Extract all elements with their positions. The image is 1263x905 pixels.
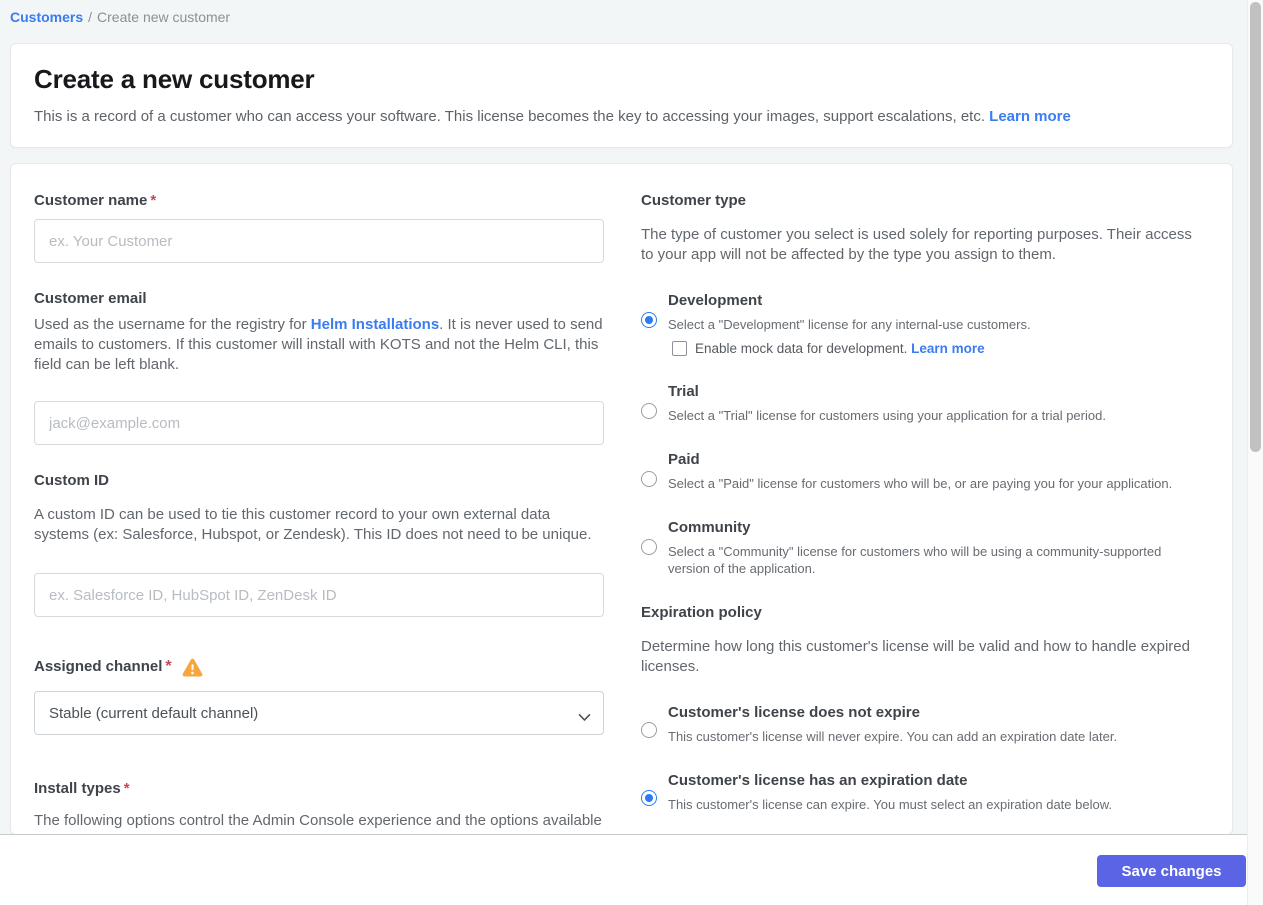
radio-development[interactable] [641, 312, 657, 328]
expiration-option-has-expiration: Customer's license has an expiration dat… [641, 771, 1197, 813]
install-types-label: Install types * [34, 780, 130, 797]
customer-type-heading: Customer type [641, 192, 747, 209]
required-asterisk: * [123, 780, 130, 797]
option-description: This customer's license can expire. You … [668, 797, 1112, 812]
option-title: Community [668, 519, 751, 536]
custom-id-label: Custom ID [34, 472, 109, 489]
breadcrumb-current: Create new customer [97, 9, 231, 25]
expiration-policy-description: Determine how long this customer's licen… [641, 638, 1190, 675]
option-title: Development [668, 292, 763, 309]
header-learn-more-link[interactable]: Learn more [989, 108, 1071, 125]
assigned-channel-label: Assigned channel [34, 658, 163, 675]
warning-icon [182, 658, 203, 677]
option-description: Select a "Trial" license for customers u… [668, 408, 1106, 423]
breadcrumb: Customers / Create new customer [10, 9, 230, 25]
option-title: Customer's license does not expire [668, 704, 920, 721]
assigned-channel-label-row: Assigned channel * [34, 657, 604, 677]
vertical-scrollbar-track[interactable] [1247, 0, 1263, 905]
radio-license-has-expiration-date[interactable] [641, 790, 657, 806]
form-right-column: Customer type The type of customer you s… [641, 191, 1197, 834]
breadcrumb-link-customers[interactable]: Customers [10, 9, 83, 25]
header-card: Create a new customer This is a record o… [10, 43, 1233, 148]
custom-id-input[interactable] [34, 573, 604, 617]
option-description: This customer's license will never expir… [668, 729, 1118, 744]
customer-type-options: Development Select a "Development" licen… [641, 291, 1197, 577]
helm-installations-link[interactable]: Helm Installations [311, 316, 439, 333]
customer-name-input[interactable] [34, 219, 604, 263]
footer-action-bar [0, 834, 1247, 905]
mock-data-learn-more-link[interactable]: Learn more [911, 341, 985, 356]
radio-paid[interactable] [641, 471, 657, 487]
customer-type-option-community: Community Select a "Community" license f… [641, 518, 1197, 577]
form-left-column: Customer name* Customer email Used as th… [34, 191, 604, 834]
assigned-channel-select[interactable]: Stable (current default channel) [34, 691, 604, 735]
create-customer-form-card: Customer name* Customer email Used as th… [10, 163, 1233, 835]
expiration-policy-heading: Expiration policy [641, 604, 762, 621]
page-title: Create a new customer [34, 64, 315, 94]
mock-data-checkbox-row: Enable mock data for development. Learn … [668, 341, 1197, 356]
header-description-text: This is a record of a customer who can a… [34, 108, 985, 125]
option-title: Customer's license has an expiration dat… [668, 772, 968, 789]
mock-data-checkbox[interactable] [672, 341, 687, 356]
assigned-channel-select-wrap: Stable (current default channel) [34, 691, 604, 735]
customer-email-input[interactable] [34, 401, 604, 445]
customer-type-option-trial: Trial Select a "Trial" license for custo… [641, 382, 1197, 424]
radio-community[interactable] [641, 539, 657, 555]
option-title: Trial [668, 383, 699, 400]
save-changes-button[interactable]: Save changes [1097, 855, 1246, 887]
option-description: Select a "Paid" license for customers wh… [668, 476, 1173, 491]
customer-email-description: Used as the username for the registry fo… [34, 316, 603, 373]
expiration-option-no-expire: Customer's license does not expire This … [641, 703, 1197, 745]
option-description: Select a "Community" license for custome… [668, 544, 1162, 576]
customer-email-label: Customer email [34, 290, 147, 307]
option-description: Select a "Development" license for any i… [668, 317, 1031, 332]
breadcrumb-separator: / [88, 9, 93, 25]
required-asterisk: * [150, 192, 157, 209]
customer-type-option-paid: Paid Select a "Paid" license for custome… [641, 450, 1197, 492]
radio-license-does-not-expire[interactable] [641, 722, 657, 738]
customer-type-description: The type of customer you select is used … [641, 226, 1192, 263]
radio-trial[interactable] [641, 403, 657, 419]
option-title: Paid [668, 451, 700, 468]
header-description: This is a record of a customer who can a… [34, 107, 1209, 127]
customer-name-label: Customer name * [34, 192, 157, 209]
vertical-scrollbar-thumb[interactable] [1250, 2, 1261, 452]
expiration-policy-options: Customer's license does not expire This … [641, 703, 1197, 813]
customer-type-option-development: Development Select a "Development" licen… [641, 291, 1197, 356]
mock-data-checkbox-label: Enable mock data for development. Learn … [695, 341, 985, 356]
install-types-description: The following options control the Admin … [34, 811, 604, 834]
custom-id-description: A custom ID can be used to tie this cust… [34, 506, 592, 543]
required-asterisk: * [165, 658, 172, 675]
